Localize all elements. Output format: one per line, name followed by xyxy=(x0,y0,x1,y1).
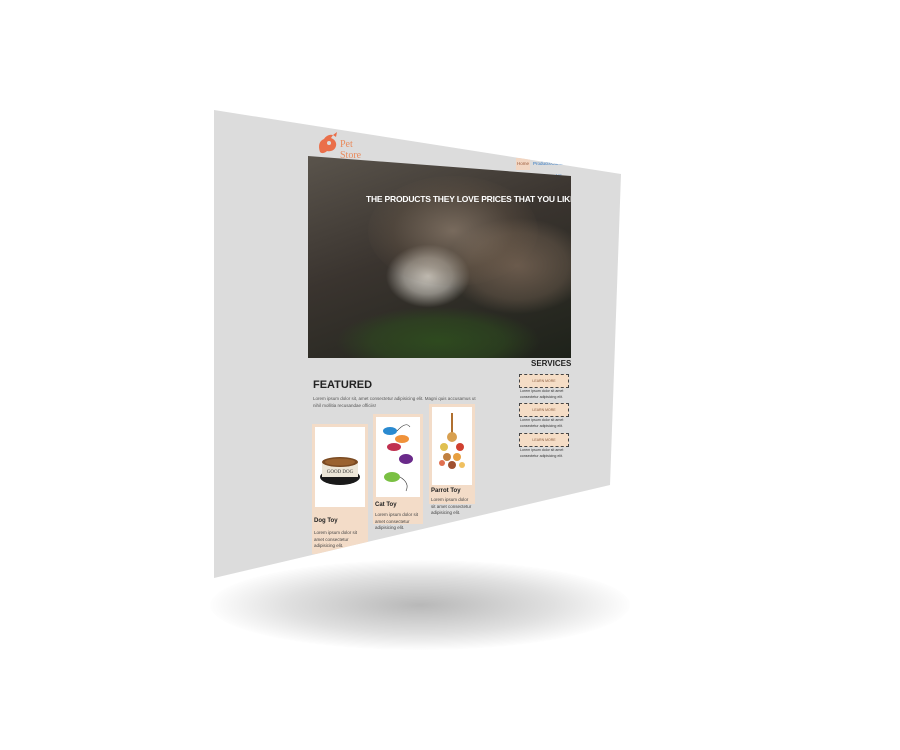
service-1-description: Lorem ipsum dolor sit amet consectetur a… xyxy=(520,389,564,399)
main-nav: Home Products Contact Us xyxy=(516,158,568,178)
hero-title: THE PRODUCTS THEY LOVE PRICES THAT YOU L… xyxy=(366,194,571,204)
product-title: Dog Toy xyxy=(314,518,338,524)
mockup-stage: Pet Store Home Products Contact Us THE P… xyxy=(0,0,900,750)
parrot-toy-icon xyxy=(439,413,465,469)
toy-mice-icon xyxy=(383,424,413,492)
product-card-cat-toy[interactable]: Cat Toy Lorem ipsum dolor sit amet conse… xyxy=(373,414,423,530)
product-card-dog-toy[interactable]: GOOD DOG Dog Toy Lorem ipsum dolor sit a… xyxy=(312,424,368,554)
drop-shadow xyxy=(210,560,630,650)
dog-bowl-icon: GOOD DOG xyxy=(320,457,360,485)
product-description: Lorem ipsum dolor sit amet consectetur a… xyxy=(431,497,472,515)
hero-pets-photo xyxy=(368,176,538,286)
product-title: Cat Toy xyxy=(375,502,397,508)
product-description: Lorem ipsum dolor sit amet consectetur a… xyxy=(314,530,358,548)
product-image-dog-bowl: GOOD DOG xyxy=(315,427,365,507)
service-3-description: Lorem ipsum dolor sit amet consectetur a… xyxy=(520,448,564,458)
product-image-cat-mice xyxy=(376,417,420,497)
product-description: Lorem ipsum dolor sit amet consectetur a… xyxy=(375,512,419,530)
bowl-label: GOOD DOG xyxy=(327,470,354,475)
product-image-parrot-toy xyxy=(432,407,472,485)
nav-products-link[interactable]: Products xyxy=(533,158,551,170)
site-logo[interactable]: Pet Store xyxy=(316,130,376,161)
services-heading: SERVICES xyxy=(531,359,572,368)
featured-heading: FEATURED xyxy=(313,379,373,391)
service-2-description: Lorem ipsum dolor sit amet consectetur a… xyxy=(520,418,564,428)
product-card-parrot-toy[interactable]: Parrot Toy Lorem ipsum dolor sit amet co… xyxy=(429,404,475,515)
hero-banner: THE PRODUCTS THEY LOVE PRICES THAT YOU L… xyxy=(308,156,571,358)
service-1-button[interactable]: LEARN MORE xyxy=(519,374,569,388)
pet-logo-icon xyxy=(319,132,337,154)
service-3-button[interactable]: LEARN MORE xyxy=(519,433,569,447)
nav-contact-link[interactable]: Contact Us xyxy=(550,158,568,178)
product-title: Parrot Toy xyxy=(431,488,461,494)
service-2-button[interactable]: LEARN MORE xyxy=(519,403,569,417)
nav-home-link[interactable]: Home xyxy=(516,158,530,170)
logo-text: Pet Store xyxy=(340,139,362,161)
